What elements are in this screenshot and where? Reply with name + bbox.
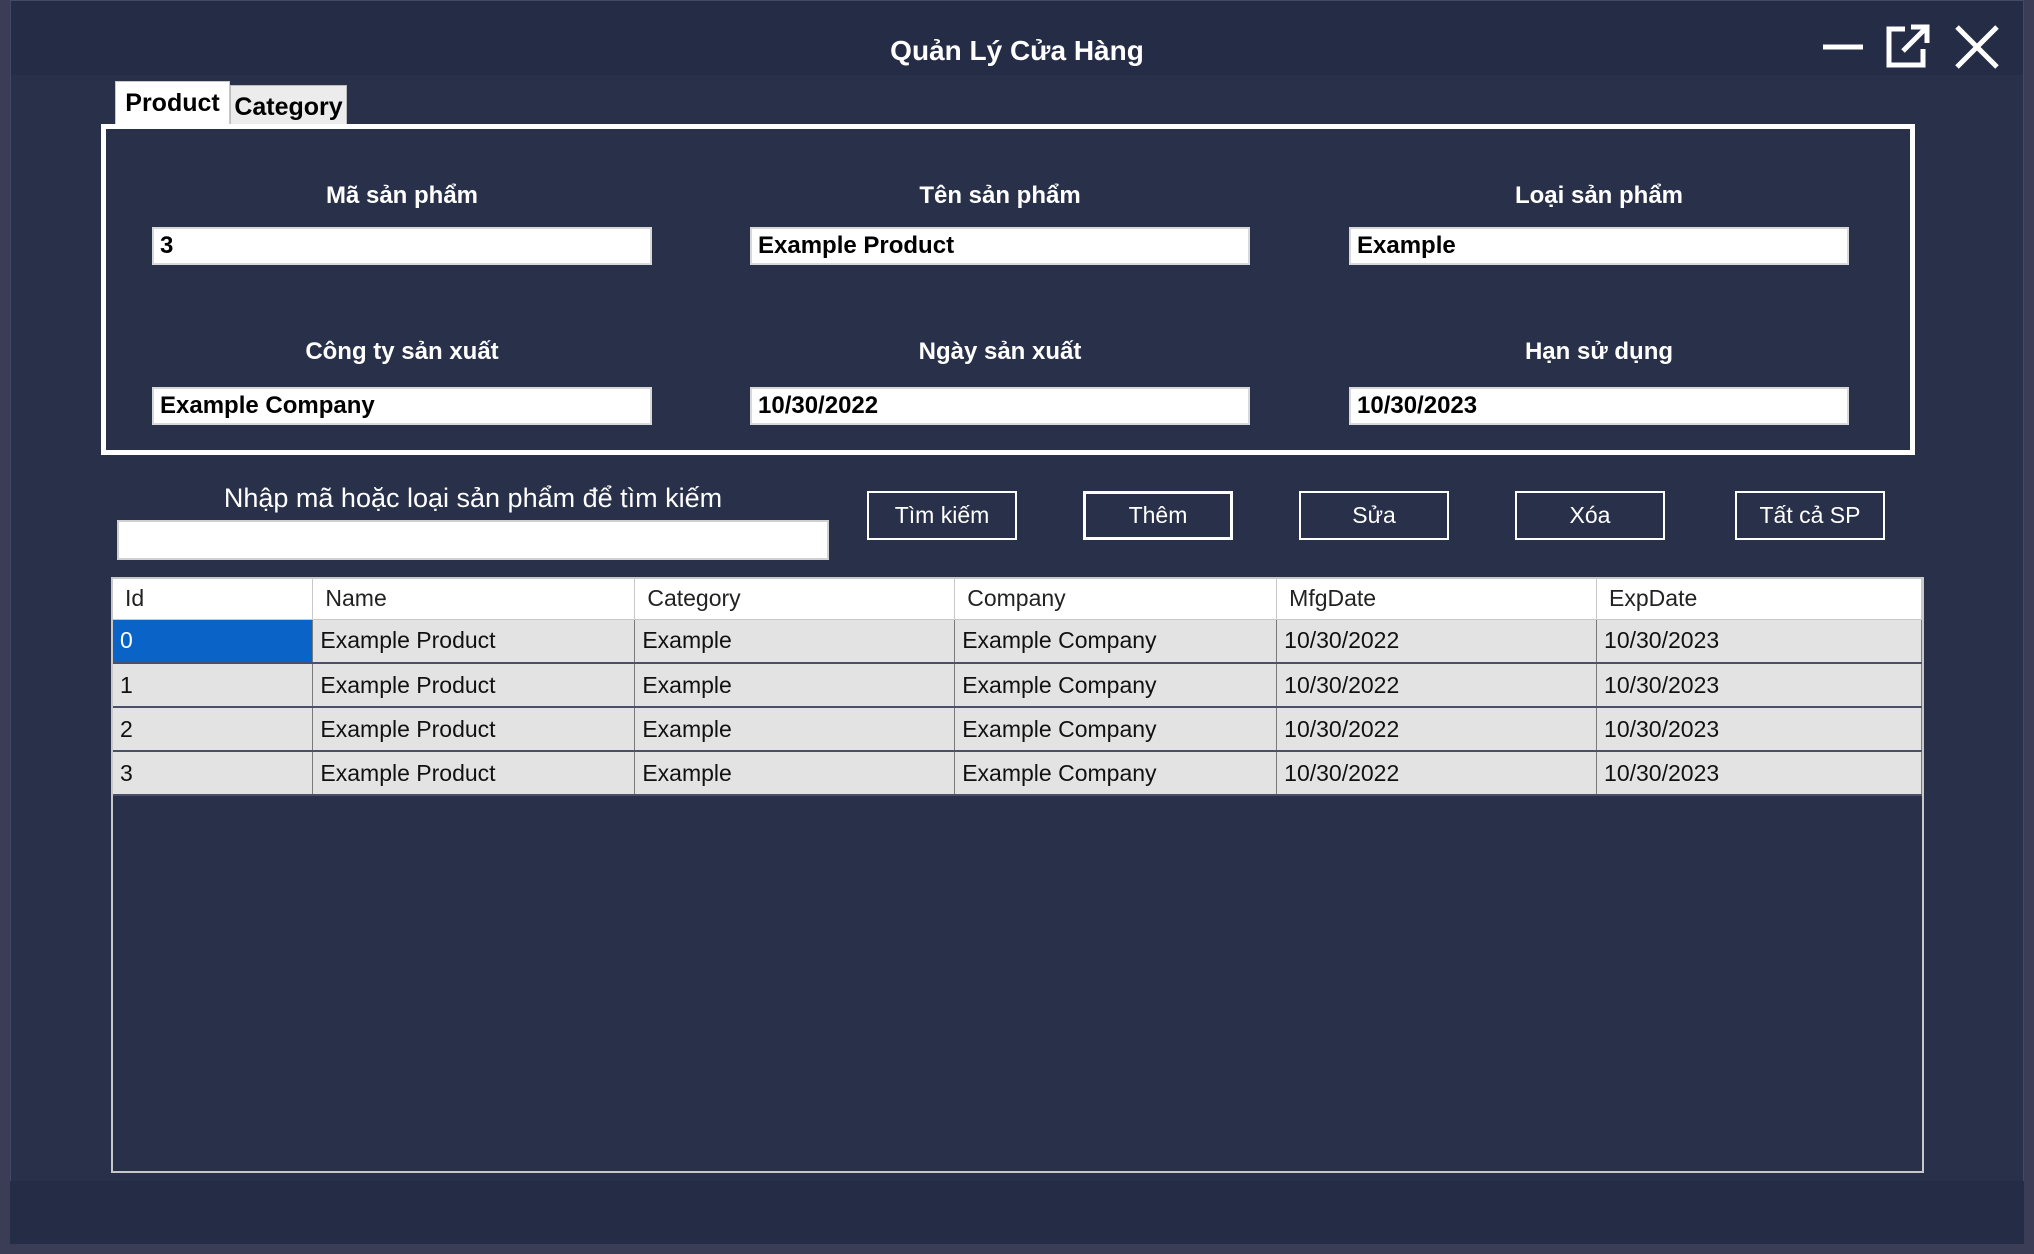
column-header-company[interactable]: Company [954, 579, 1278, 620]
column-header-name[interactable]: Name [312, 579, 636, 620]
cell-expdate[interactable]: 10/30/2023 [1596, 619, 1922, 664]
product-table: Id Name Category Company MfgDate ExpDate… [113, 579, 1922, 796]
cell-category[interactable]: Example [634, 707, 956, 752]
product-id-label: Mã sản phẩm [325, 182, 479, 209]
table-row[interactable]: 1 Example Product Example Example Compan… [113, 663, 1922, 708]
title-bar[interactable]: Quản Lý Cửa Hàng [11, 1, 2023, 75]
column-header-mfgdate[interactable]: MfgDate [1276, 579, 1598, 620]
cell-name[interactable]: Example Product [312, 663, 636, 708]
product-id-field[interactable]: 3 [152, 227, 652, 265]
cell-mfgdate[interactable]: 10/30/2022 [1276, 707, 1598, 752]
cell-mfgdate[interactable]: 10/30/2022 [1276, 751, 1598, 796]
search-label: Nhập mã hoặc loại sản phẩm để tìm kiếm [223, 483, 723, 513]
table-row[interactable]: 0 Example Product Example Example Compan… [113, 619, 1922, 664]
product-category-field[interactable]: Example [1349, 227, 1849, 265]
exp-date-label: Hạn sử dụng [1524, 338, 1674, 365]
close-button[interactable] [1951, 21, 2005, 75]
cell-expdate[interactable]: 10/30/2023 [1596, 663, 1922, 708]
close-icon [1955, 25, 1999, 69]
cell-id[interactable]: 3 [113, 751, 314, 796]
minimize-icon [1823, 44, 1863, 50]
tab-product[interactable]: Product [115, 81, 230, 129]
cell-category[interactable]: Example [634, 619, 956, 664]
cell-mfgdate[interactable]: 10/30/2022 [1276, 663, 1598, 708]
show-all-button[interactable]: Tất cả SP [1735, 491, 1885, 540]
mfg-date-field[interactable]: 10/30/2022 [750, 387, 1250, 425]
status-bar [10, 1181, 2024, 1244]
search-input[interactable] [117, 520, 829, 560]
cell-mfgdate[interactable]: 10/30/2022 [1276, 619, 1598, 664]
product-category-label: Loại sản phẩm [1514, 182, 1684, 209]
cell-company[interactable]: Example Company [954, 707, 1278, 752]
cell-company[interactable]: Example Company [954, 663, 1278, 708]
product-name-label: Tên sản phẩm [919, 182, 1081, 209]
external-window-icon [1886, 24, 1930, 68]
cell-category[interactable]: Example [634, 751, 956, 796]
exp-date-field[interactable]: 10/30/2023 [1349, 387, 1849, 425]
search-button[interactable]: Tìm kiếm [867, 491, 1017, 540]
product-form-panel: Mã sản phẩm 3 Tên sản phẩm Example Produ… [101, 124, 1915, 455]
cell-name[interactable]: Example Product [312, 707, 636, 752]
edit-button[interactable]: Sửa [1299, 491, 1449, 540]
cell-company[interactable]: Example Company [954, 751, 1278, 796]
mfg-date-label: Ngày sản xuất [918, 338, 1082, 365]
window-title: Quản Lý Cửa Hàng [890, 35, 1144, 66]
add-button[interactable]: Thêm [1083, 491, 1233, 540]
column-header-expdate[interactable]: ExpDate [1596, 579, 1922, 620]
column-header-category[interactable]: Category [634, 579, 956, 620]
company-field[interactable]: Example Company [152, 387, 652, 425]
company-label: Công ty sản xuất [305, 338, 499, 365]
cell-expdate[interactable]: 10/30/2023 [1596, 751, 1922, 796]
delete-button[interactable]: Xóa [1515, 491, 1665, 540]
table-row[interactable]: 3 Example Product Example Example Compan… [113, 751, 1922, 796]
cell-name[interactable]: Example Product [312, 751, 636, 796]
minimize-button[interactable] [1817, 21, 1871, 75]
cell-id[interactable]: 0 [113, 619, 314, 664]
column-header-id[interactable]: Id [113, 579, 314, 620]
cell-id[interactable]: 1 [113, 663, 314, 708]
cell-category[interactable]: Example [634, 663, 956, 708]
product-name-field[interactable]: Example Product [750, 227, 1250, 265]
table-row[interactable]: 2 Example Product Example Example Compan… [113, 707, 1922, 752]
cell-name[interactable]: Example Product [312, 619, 636, 664]
tab-category[interactable]: Category [230, 85, 347, 126]
cell-id[interactable]: 2 [113, 707, 314, 752]
cell-company[interactable]: Example Company [954, 619, 1278, 664]
cell-expdate[interactable]: 10/30/2023 [1596, 707, 1922, 752]
table-header-row: Id Name Category Company MfgDate ExpDate [113, 579, 1922, 620]
popout-button[interactable] [1881, 21, 1935, 75]
product-data-grid[interactable]: Id Name Category Company MfgDate ExpDate… [111, 577, 1924, 1173]
